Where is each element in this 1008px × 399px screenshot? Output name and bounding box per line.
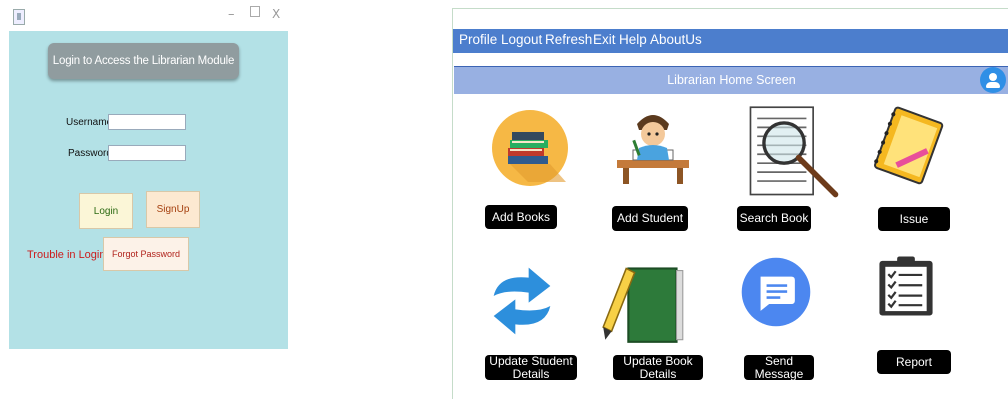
minimize-button[interactable]: – bbox=[228, 7, 235, 22]
menu-refresh[interactable]: Refresh bbox=[545, 32, 592, 47]
send-message-button[interactable]: Send Message bbox=[744, 355, 814, 380]
tile-add-student[interactable] bbox=[611, 104, 695, 193]
clipboard-icon bbox=[879, 256, 933, 316]
window-titlebar: – X bbox=[9, 3, 288, 31]
login-window: – X Login to Access the Librarian Module… bbox=[9, 3, 288, 349]
password-field[interactable] bbox=[108, 145, 186, 161]
home-header: Librarian Home Screen bbox=[454, 66, 1008, 94]
login-button[interactable]: Login bbox=[79, 193, 133, 229]
java-app-icon bbox=[13, 9, 25, 25]
tile-update-student[interactable] bbox=[487, 255, 557, 352]
issue-button[interactable]: Issue bbox=[878, 207, 950, 231]
menu-profile[interactable]: Profile bbox=[459, 32, 497, 47]
menu-help[interactable]: Help bbox=[619, 32, 647, 47]
report-button[interactable]: Report bbox=[877, 350, 951, 374]
tile-update-book[interactable] bbox=[599, 257, 687, 352]
menu-logout[interactable]: Logout bbox=[501, 32, 542, 47]
close-button[interactable]: X bbox=[272, 7, 280, 21]
menu-exit[interactable]: Exit bbox=[593, 32, 616, 47]
user-avatar-icon[interactable] bbox=[980, 67, 1006, 93]
login-banner: Login to Access the Librarian Module bbox=[48, 43, 239, 79]
student-icon bbox=[617, 115, 689, 184]
trouble-login-label: Trouble in Login? bbox=[27, 249, 112, 261]
update-student-details-button[interactable]: Update Student Details bbox=[485, 355, 577, 380]
magnifier-icon bbox=[749, 106, 839, 198]
menu-aboutus[interactable]: AboutUs bbox=[650, 32, 702, 47]
signup-button[interactable]: SignUp bbox=[146, 191, 200, 228]
maximize-button[interactable] bbox=[250, 6, 260, 17]
refresh-arrows-icon bbox=[493, 267, 551, 335]
search-book-button[interactable]: Search Book bbox=[737, 206, 811, 231]
tile-search-book[interactable] bbox=[743, 105, 843, 204]
add-student-button[interactable]: Add Student bbox=[612, 206, 688, 231]
librarian-window: Profile Logout Refresh Exit Help AboutUs… bbox=[452, 8, 1008, 399]
tile-report[interactable] bbox=[875, 247, 937, 330]
tile-issue[interactable] bbox=[865, 105, 949, 194]
username-field[interactable] bbox=[108, 114, 186, 130]
add-books-button[interactable]: Add Books bbox=[485, 205, 557, 229]
page-title: Librarian Home Screen bbox=[667, 73, 796, 87]
tile-add-books[interactable] bbox=[488, 106, 572, 195]
books-icon bbox=[492, 110, 568, 186]
forgot-password-button[interactable]: Forgot Password bbox=[103, 237, 189, 271]
tile-send-message[interactable] bbox=[740, 256, 812, 333]
menu-bar: Profile Logout Refresh Exit Help AboutUs bbox=[453, 29, 1008, 53]
message-icon bbox=[741, 257, 811, 327]
update-book-details-button[interactable]: Update Book Details bbox=[613, 355, 703, 380]
book-pencil-icon bbox=[602, 267, 684, 343]
notebook-icon bbox=[874, 106, 944, 185]
